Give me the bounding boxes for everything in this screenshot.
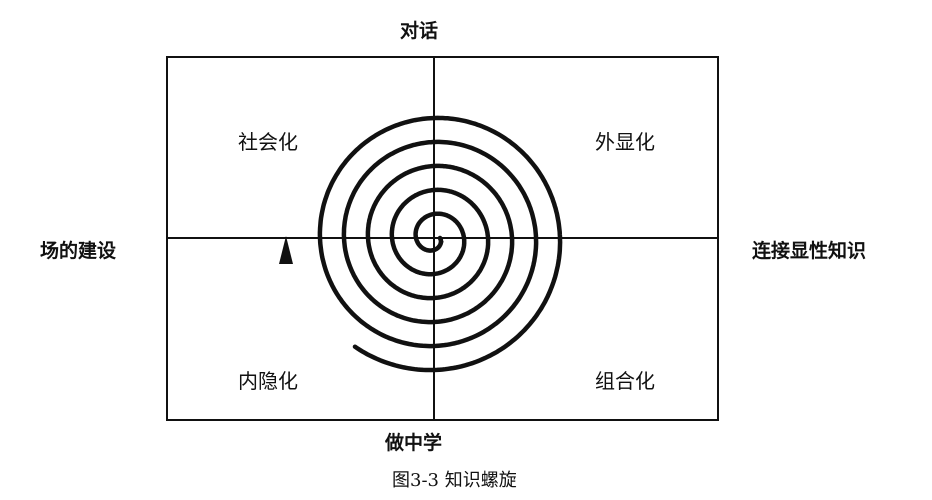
axis-label-right: 连接显性知识	[752, 240, 867, 262]
axis-label-bottom: 做中学	[385, 432, 443, 454]
spiral-curve	[317, 115, 563, 373]
quadrant-label-internalization: 内隐化	[238, 369, 298, 393]
figure-caption: 图3-3 知识螺旋	[392, 470, 517, 491]
quadrant-label-externalization: 外显化	[595, 130, 655, 154]
arrowhead-icon	[279, 236, 293, 264]
axis-label-left: 场的建设	[40, 240, 117, 262]
quadrant-label-combination: 组合化	[595, 369, 655, 393]
quadrant-label-socialization: 社会化	[238, 130, 298, 154]
axis-label-top: 对话	[400, 20, 439, 42]
